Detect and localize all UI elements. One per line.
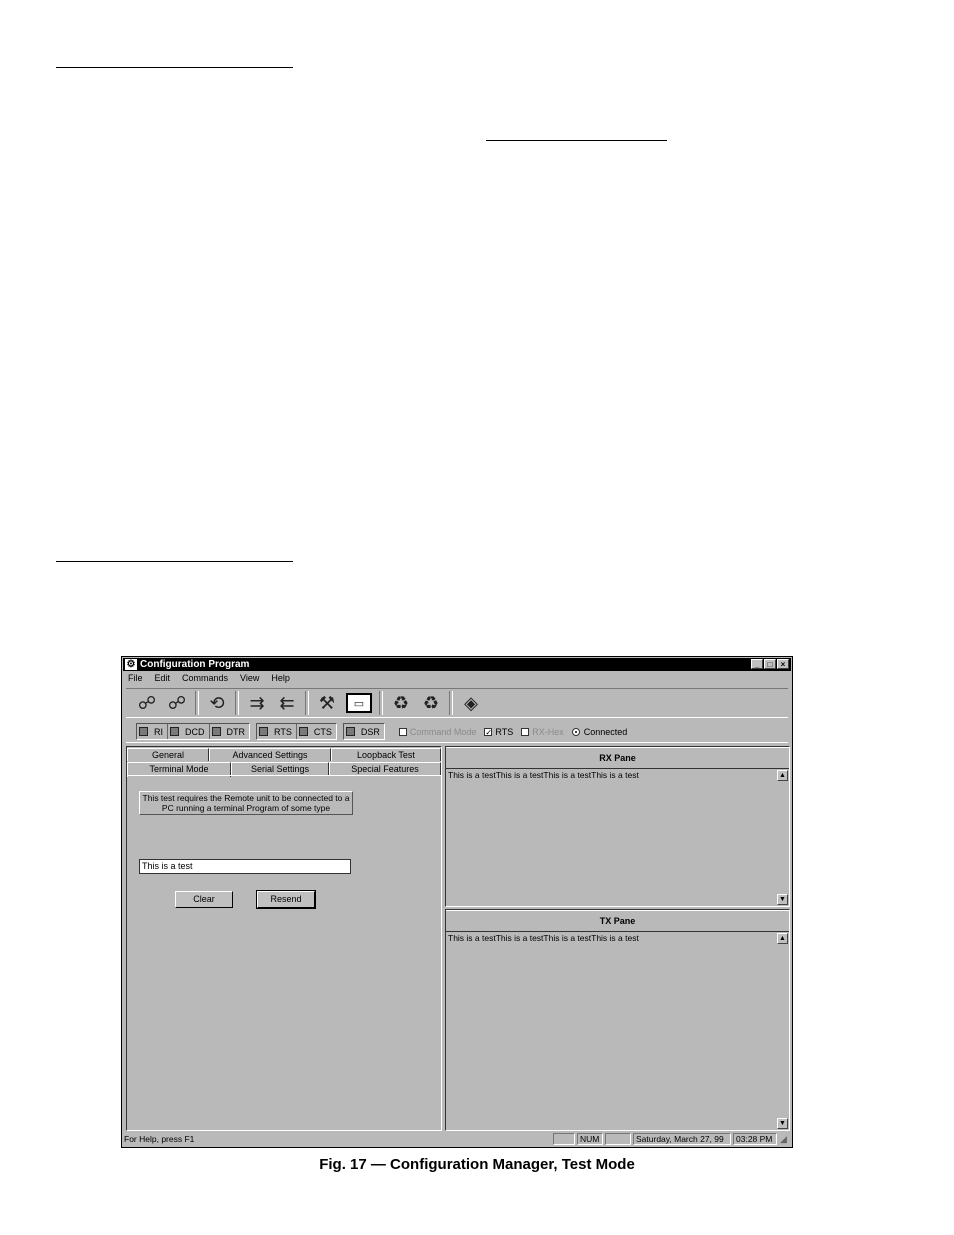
- led-icon: [170, 727, 179, 736]
- minimize-button[interactable]: _: [751, 659, 763, 669]
- menu-commands[interactable]: Commands: [180, 673, 230, 686]
- signal-group: RI DCD DTR: [136, 723, 250, 740]
- receive-config-icon[interactable]: ⇇: [272, 690, 302, 716]
- figure-caption: Fig. 17 — Configuration Manager, Test Mo…: [319, 1156, 635, 1173]
- led-icon: [345, 727, 355, 736]
- led-icon: [298, 727, 308, 736]
- refresh-icon[interactable]: ⟲: [202, 690, 232, 716]
- menu-file[interactable]: File: [126, 673, 145, 686]
- tab-loopback-test[interactable]: Loopback Test: [331, 748, 441, 761]
- test-message-input[interactable]: This is a test: [139, 859, 351, 874]
- tx-pane-title: TX Pane: [446, 910, 789, 932]
- configuration-window: ⚙ Configuration Program _ □ × File Edit …: [121, 656, 793, 1148]
- toolbar-separator: [195, 691, 199, 715]
- radio-icon: [571, 727, 580, 736]
- rx-pane: RX Pane This is a testThis is a testThis…: [445, 746, 790, 907]
- tx-pane-text[interactable]: This is a testThis is a testThis is a te…: [448, 933, 639, 943]
- tab-row-2: Terminal Mode Serial Settings Special Fe…: [127, 762, 441, 777]
- led-icon: [139, 727, 148, 736]
- signal-rts: RTS: [257, 724, 297, 739]
- status-empty-field: [553, 1133, 575, 1145]
- signal-cts: CTS: [297, 724, 336, 739]
- tab-special-features[interactable]: Special Features: [329, 762, 441, 775]
- status-time: 03:28 PM: [733, 1133, 777, 1145]
- recycle-b-icon[interactable]: ♻: [416, 690, 446, 716]
- toolbar-separator: [305, 691, 309, 715]
- window-title: Configuration Program: [140, 659, 250, 670]
- menu-help[interactable]: Help: [269, 673, 292, 686]
- tab-serial-settings[interactable]: Serial Settings: [231, 762, 329, 775]
- close-button[interactable]: ×: [777, 659, 789, 669]
- disconnect-icon[interactable]: ☍: [162, 690, 192, 716]
- terminal-key-icon[interactable]: ▭: [346, 693, 372, 713]
- status-empty-field: [605, 1133, 631, 1145]
- recycle-a-icon[interactable]: ♻: [386, 690, 416, 716]
- signal-bar: RI DCD DTR RTS CTS DSR Command Mode ✓ RTS…: [126, 721, 788, 743]
- signal-dsr: DSR: [344, 724, 384, 739]
- title-bar[interactable]: ⚙ Configuration Program _ □ ×: [123, 658, 791, 671]
- connected-radio[interactable]: Connected: [571, 727, 627, 737]
- menu-edit[interactable]: Edit: [153, 673, 173, 686]
- terminal-mode-body: This test requires the Remote unit to be…: [127, 775, 441, 1130]
- signal-dtr: DTR: [210, 724, 250, 739]
- toolbar-separator: [449, 691, 453, 715]
- menu-bar: File Edit Commands View Help: [126, 673, 292, 686]
- heading-rule-3: [56, 561, 293, 562]
- settings-panel: General Advanced Settings Loopback Test …: [126, 746, 442, 1131]
- signal-group: DSR: [342, 723, 385, 740]
- tx-pane: TX Pane This is a testThis is a testThis…: [445, 909, 790, 1131]
- rts-checkbox[interactable]: ✓ RTS: [484, 727, 513, 737]
- gear-icon: ⚙: [125, 659, 137, 670]
- checkmark-icon: ✓: [484, 727, 493, 737]
- rx-hex-checkbox[interactable]: RX-Hex: [521, 727, 564, 737]
- connect-icon[interactable]: ☍: [132, 690, 162, 716]
- send-config-icon[interactable]: ⇉: [242, 690, 272, 716]
- status-date: Saturday, March 27, 99: [633, 1133, 731, 1145]
- checkbox-icon: [521, 727, 530, 736]
- scroll-down-icon[interactable]: ▼: [777, 1118, 788, 1129]
- toolbar: ☍ ☍ ⟲ ⇉ ⇇ ⚒ ▭ ♻ ♻ ◈: [126, 688, 788, 718]
- scroll-up-icon[interactable]: ▲: [777, 770, 788, 781]
- signal-dcd: DCD: [168, 724, 210, 739]
- scroll-up-icon[interactable]: ▲: [777, 933, 788, 944]
- clear-button[interactable]: Clear: [175, 891, 233, 908]
- status-help-text: For Help, press F1: [124, 1134, 195, 1144]
- signal-ri: RI: [137, 724, 168, 739]
- tools-icon[interactable]: ⚒: [312, 690, 342, 716]
- resize-grip-icon[interactable]: ◢: [780, 1134, 790, 1144]
- rx-pane-title: RX Pane: [446, 747, 789, 769]
- tab-row-1: General Advanced Settings Loopback Test: [127, 748, 441, 761]
- book-icon[interactable]: ◈: [456, 690, 486, 716]
- rx-pane-text[interactable]: This is a testThis is a testThis is a te…: [448, 770, 639, 780]
- maximize-button[interactable]: □: [764, 659, 776, 669]
- led-icon: [259, 727, 268, 736]
- led-icon: [211, 727, 221, 736]
- tab-advanced-settings[interactable]: Advanced Settings: [209, 748, 331, 761]
- checkbox-icon: [398, 727, 407, 736]
- heading-rule-2: [486, 140, 667, 141]
- menu-view[interactable]: View: [238, 673, 261, 686]
- terminal-instructions: This test requires the Remote unit to be…: [139, 791, 353, 815]
- toolbar-separator: [379, 691, 383, 715]
- scroll-down-icon[interactable]: ▼: [777, 894, 788, 905]
- status-bar: For Help, press F1 NUM Saturday, March 2…: [124, 1132, 790, 1146]
- tab-general[interactable]: General: [127, 748, 209, 761]
- heading-rule-1: [56, 67, 293, 68]
- resend-button[interactable]: Resend: [256, 890, 316, 909]
- status-num: NUM: [577, 1133, 603, 1145]
- command-mode-checkbox[interactable]: Command Mode: [398, 727, 476, 737]
- signal-group: RTS CTS: [256, 723, 337, 740]
- toolbar-separator: [235, 691, 239, 715]
